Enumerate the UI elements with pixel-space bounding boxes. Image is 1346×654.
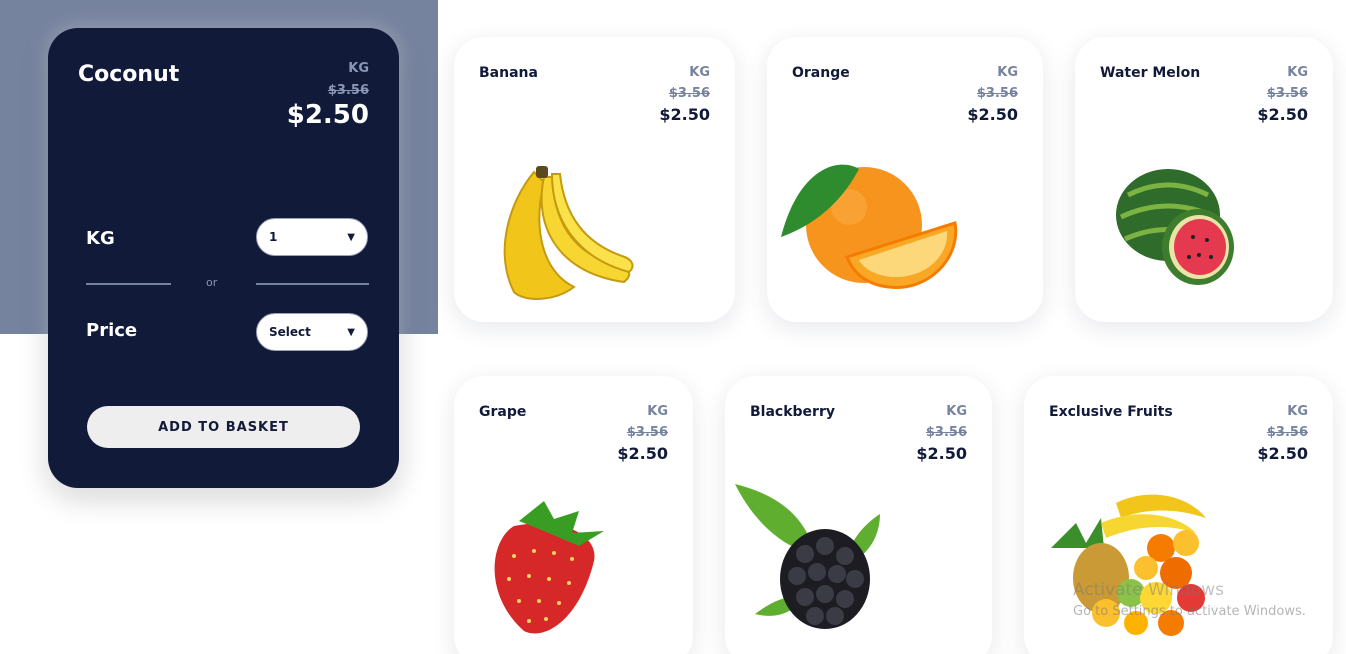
product-old-price: $3.56 (1266, 86, 1308, 101)
product-unit: KG (689, 65, 710, 80)
chevron-down-icon: ▼ (347, 326, 355, 338)
detail-price: $2.50 (286, 100, 369, 130)
product-name: Water Melon (1100, 65, 1201, 81)
product-name: Orange (792, 65, 850, 81)
product-card-blackberry[interactable]: Blackberry KG $3.56 $2.50 (725, 376, 992, 654)
kg-label: KG (86, 228, 115, 249)
product-name: Grape (479, 404, 527, 420)
product-old-price: $3.56 (976, 86, 1018, 101)
product-name: Banana (479, 65, 538, 81)
product-unit: KG (1287, 65, 1308, 80)
product-price: $2.50 (1257, 444, 1308, 463)
add-to-basket-button[interactable]: ADD TO BASKET (87, 406, 360, 448)
price-label: Price (86, 320, 138, 341)
product-price: $2.50 (617, 444, 668, 463)
product-unit: KG (1287, 404, 1308, 419)
detail-product-name: Coconut (78, 62, 180, 87)
detail-unit: KG (348, 61, 369, 76)
chevron-down-icon: ▼ (347, 231, 355, 243)
product-card-grape[interactable]: Grape KG $3.56 $2.50 (454, 376, 693, 654)
divider-right (256, 283, 369, 285)
product-unit: KG (997, 65, 1018, 80)
or-separator: or (206, 276, 218, 289)
watermelon-image (1116, 169, 1234, 285)
product-old-price: $3.56 (626, 425, 668, 440)
kg-select[interactable]: 1 ▼ (256, 218, 368, 256)
product-name: Blackberry (750, 404, 835, 420)
product-old-price: $3.56 (925, 425, 967, 440)
watermark-subtitle: Go to Settings to activate Windows. (1073, 604, 1306, 619)
product-price: $2.50 (1257, 105, 1308, 124)
product-card-water-melon[interactable]: Water Melon KG $3.56 $2.50 (1075, 37, 1333, 322)
divider-left (86, 283, 171, 285)
product-price: $2.50 (659, 105, 710, 124)
product-card-banana[interactable]: Banana KG $3.56 $2.50 (454, 37, 735, 322)
product-unit: KG (647, 404, 668, 419)
product-card-orange[interactable]: Orange KG $3.56 $2.50 (767, 37, 1043, 322)
price-select[interactable]: Select ▼ (256, 313, 368, 351)
product-name: Exclusive Fruits (1049, 404, 1173, 420)
product-price: $2.50 (916, 444, 967, 463)
orange-image (781, 164, 958, 289)
product-old-price: $3.56 (668, 86, 710, 101)
product-old-price: $3.56 (1266, 425, 1308, 440)
watermark-title: Activate Windows (1073, 580, 1224, 600)
price-select-value: Select (269, 325, 311, 339)
banana-image (503, 166, 634, 300)
detail-old-price: $3.56 (327, 83, 369, 98)
kg-select-value: 1 (269, 230, 278, 244)
blackberry-image (735, 484, 880, 629)
product-detail-card: Coconut KG $3.56 $2.50 KG 1 ▼ or Price S… (48, 28, 399, 488)
product-unit: KG (946, 404, 967, 419)
product-price: $2.50 (967, 105, 1018, 124)
strawberry-image (494, 501, 604, 634)
